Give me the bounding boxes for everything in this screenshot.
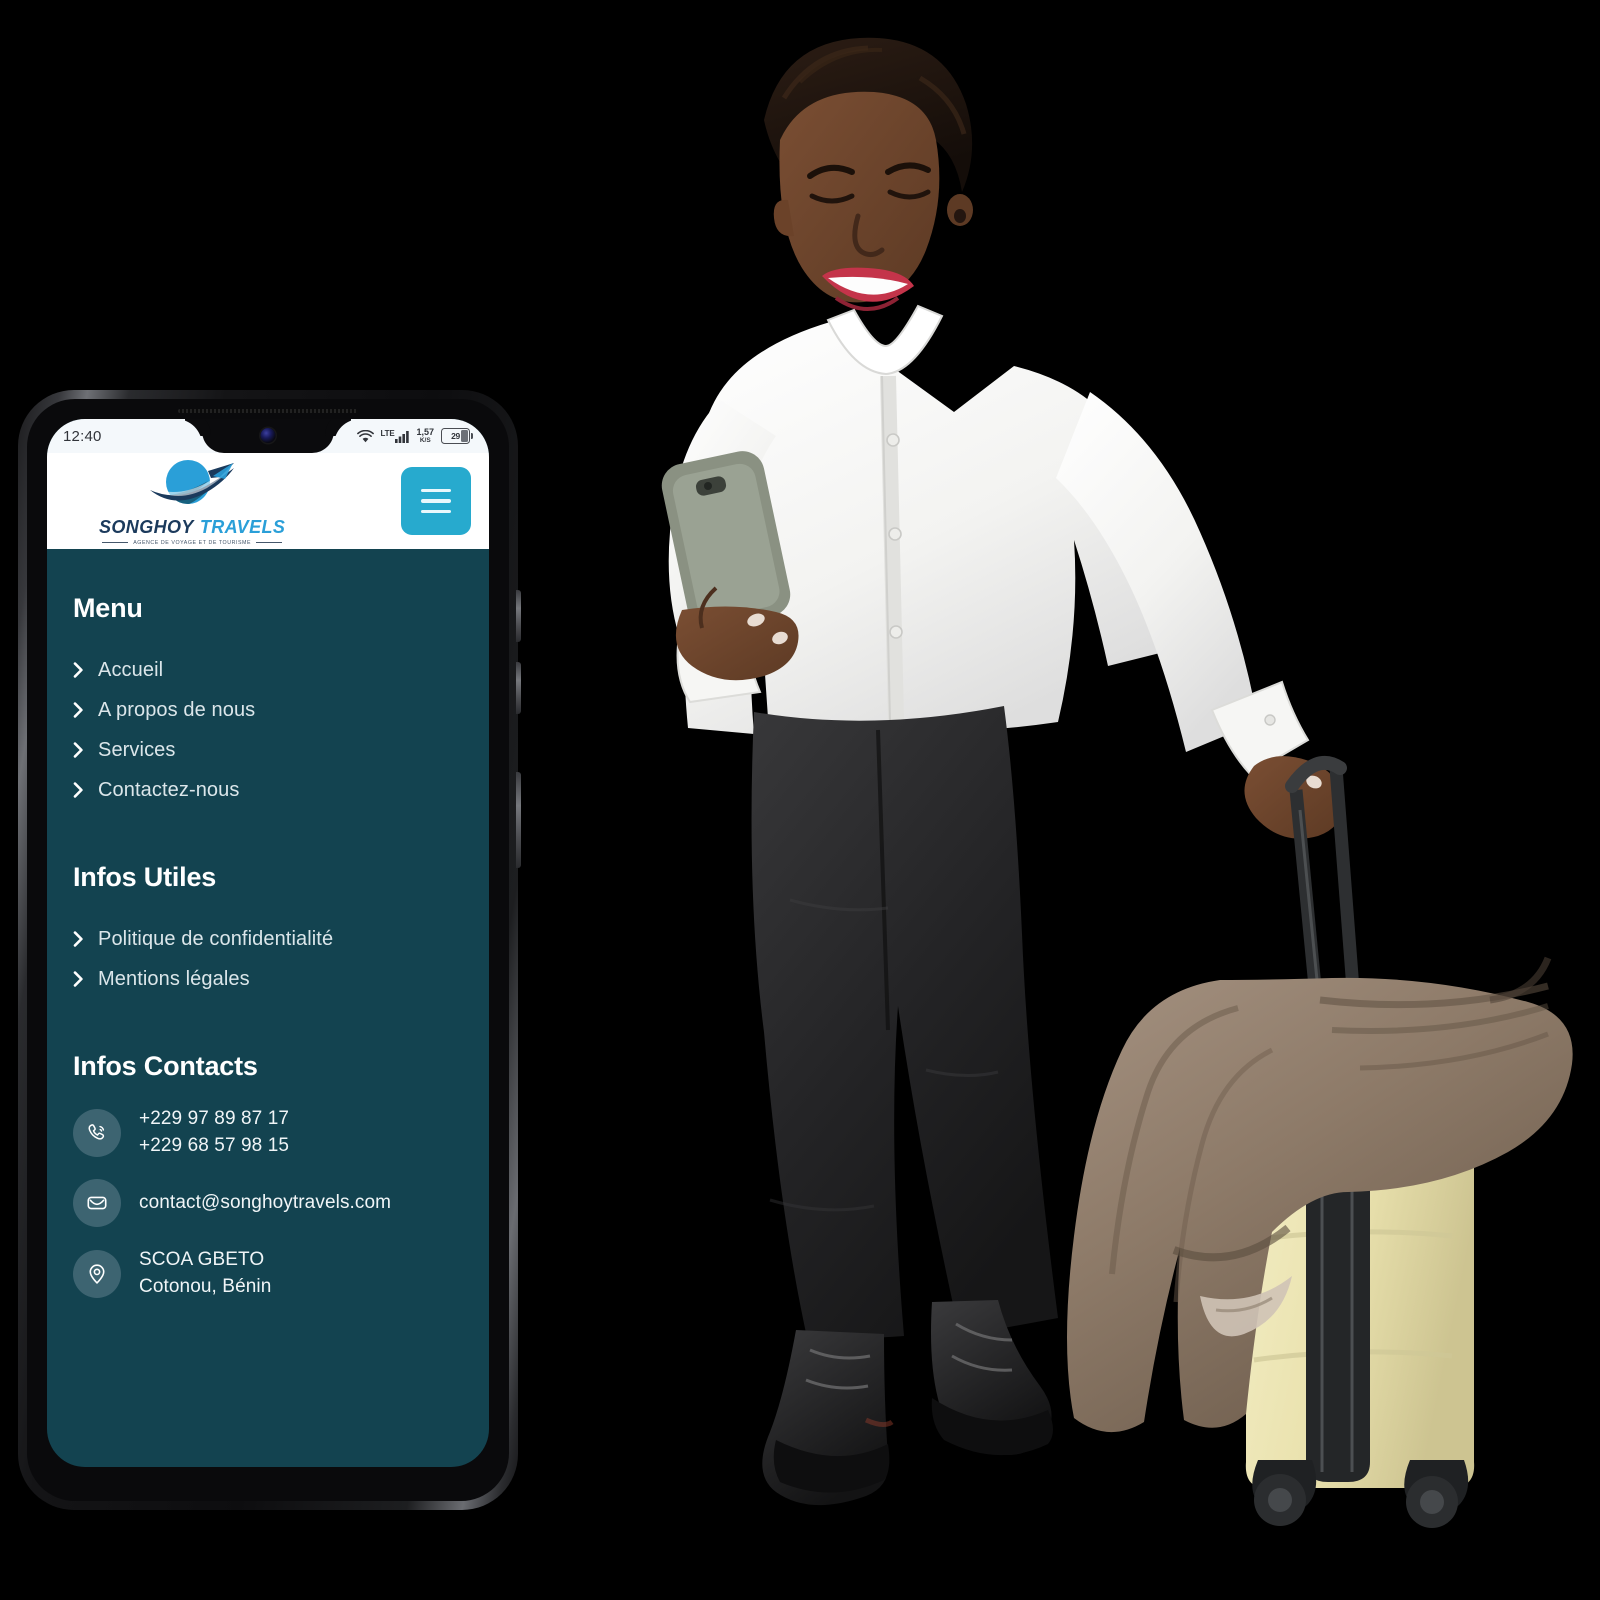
sidebar-item-mentions-legales[interactable]: Mentions légales [73, 959, 463, 999]
email-address: contact@songhoytravels.com [139, 1192, 392, 1213]
email-address-group: contact@songhoytravels.com [139, 1192, 391, 1214]
phone-volume-up-button[interactable] [516, 590, 521, 642]
sidebar-item-accueil[interactable]: Accueil [73, 650, 463, 690]
brand-logo[interactable]: SONGHOY TRAVELS AGENCE DE VOYAGE ET DE T… [99, 457, 285, 546]
sidebar-item-services[interactable]: Services [73, 730, 463, 770]
network-type-label: LTE [380, 428, 395, 438]
envelope-icon [73, 1179, 121, 1227]
phone-bezel: 12:40 LTE 1,57 K/S 29 SONGHOY TRAVELS AG… [27, 399, 509, 1501]
traveler-illustration [661, 37, 1573, 1528]
phone-frame: 12:40 LTE 1,57 K/S 29 SONGHOY TRAVELS AG… [18, 390, 521, 1510]
front-camera-icon [260, 428, 276, 443]
phone-mockup: 12:40 LTE 1,57 K/S 29 SONGHOY TRAVELS AG… [18, 390, 521, 1510]
useful-info-nav-list: Politique de confidentialité Mentions lé… [73, 919, 463, 999]
display-notch [202, 419, 334, 453]
sidebar-item-label: A propos de nous [98, 698, 256, 721]
chevron-right-icon [73, 702, 84, 718]
phone-numbers: +229 97 89 87 17 +229 68 57 98 15 [139, 1108, 289, 1157]
data-rate-indicator: 1,57 K/S [416, 427, 434, 445]
battery-tip [471, 433, 473, 439]
phone-screen: 12:40 LTE 1,57 K/S 29 SONGHOY TRAVELS AG… [47, 419, 489, 1467]
hamburger-icon-line-3 [421, 509, 451, 513]
useful-info-section-title: Infos Utiles [73, 862, 217, 892]
brand-tagline-row: AGENCE DE VOYAGE ET DE TOURISME [102, 539, 283, 546]
hamburger-menu-button[interactable] [401, 467, 471, 535]
address-line-2: Cotonou, Bénin [139, 1276, 272, 1297]
earpiece-speaker [178, 409, 358, 413]
hamburger-icon-line-2 [421, 499, 451, 503]
black-trousers [751, 706, 1058, 1342]
contact-row-address[interactable]: SCOA GBETO Cotonou, Bénin [73, 1249, 463, 1298]
address-line-1: SCOA GBETO [139, 1249, 265, 1270]
contact-list: +229 97 89 87 17 +229 68 57 98 15 contac… [73, 1108, 463, 1298]
phone-volume-down-button[interactable] [516, 662, 521, 714]
brand-tagline: AGENCE DE VOYAGE ET DE TOURISME [133, 539, 252, 546]
phone-number-primary: +229 97 89 87 17 [139, 1108, 290, 1129]
sidebar-item-politique-de-confidentialite[interactable]: Politique de confidentialité [73, 919, 463, 959]
location-pin-icon [73, 1249, 121, 1298]
signal-bars-icon [395, 430, 410, 443]
chevron-right-icon [73, 971, 84, 987]
phone-icon [73, 1108, 121, 1157]
phone-number-secondary: +229 68 57 98 15 [139, 1135, 290, 1156]
data-rate-unit: K/S [419, 437, 431, 444]
black-boots [762, 1300, 1053, 1506]
contact-row-phone[interactable]: +229 97 89 87 17 +229 68 57 98 15 [73, 1108, 463, 1157]
sidebar-item-a-propos-de-nous[interactable]: A propos de nous [73, 690, 463, 730]
status-icon-group: LTE 1,57 K/S 29 [356, 427, 473, 445]
battery-percent-label: 29 [451, 431, 460, 441]
data-rate-value: 1,57 [416, 427, 434, 437]
slide-out-menu-panel: Menu Accueil A propos de nous Services C… [47, 549, 489, 1350]
traveler-photo [660, 20, 1600, 1580]
menu-section-title: Menu [73, 593, 143, 623]
sidebar-item-label: Contactez-nous [98, 778, 240, 801]
hamburger-icon-line-1 [421, 489, 451, 493]
chevron-right-icon [73, 742, 84, 758]
app-header: SONGHOY TRAVELS AGENCE DE VOYAGE ET DE T… [47, 453, 489, 549]
address-group: SCOA GBETO Cotonou, Bénin [139, 1249, 271, 1298]
sidebar-item-label: Accueil [98, 658, 164, 681]
menu-nav-list: Accueil A propos de nous Services Contac… [73, 650, 463, 810]
globe-airplane-logo-icon [138, 457, 246, 516]
contacts-section-title: Infos Contacts [73, 1051, 258, 1081]
sidebar-item-label: Services [98, 738, 176, 761]
sidebar-item-contactez-nous[interactable]: Contactez-nous [73, 770, 463, 810]
contact-row-email[interactable]: contact@songhoytravels.com [73, 1179, 463, 1227]
chevron-right-icon [73, 662, 84, 678]
network-type-indicator: LTE [380, 428, 410, 443]
chevron-right-icon [73, 782, 84, 798]
status-time: 12:40 [63, 427, 102, 445]
brand-wordmark: SONGHOY TRAVELS [99, 517, 285, 538]
battery-fill [460, 430, 468, 442]
brand-primary-text: SONGHOY [99, 516, 194, 537]
sidebar-item-label: Politique de confidentialité [98, 927, 334, 950]
phone-power-button[interactable] [516, 772, 521, 868]
battery-icon: 29 [441, 428, 473, 444]
brand-secondary-text: TRAVELS [199, 516, 286, 537]
tagline-rule-right [256, 542, 283, 543]
chevron-right-icon [73, 931, 84, 947]
tagline-rule-left [102, 542, 129, 543]
sidebar-item-label: Mentions légales [98, 967, 250, 990]
